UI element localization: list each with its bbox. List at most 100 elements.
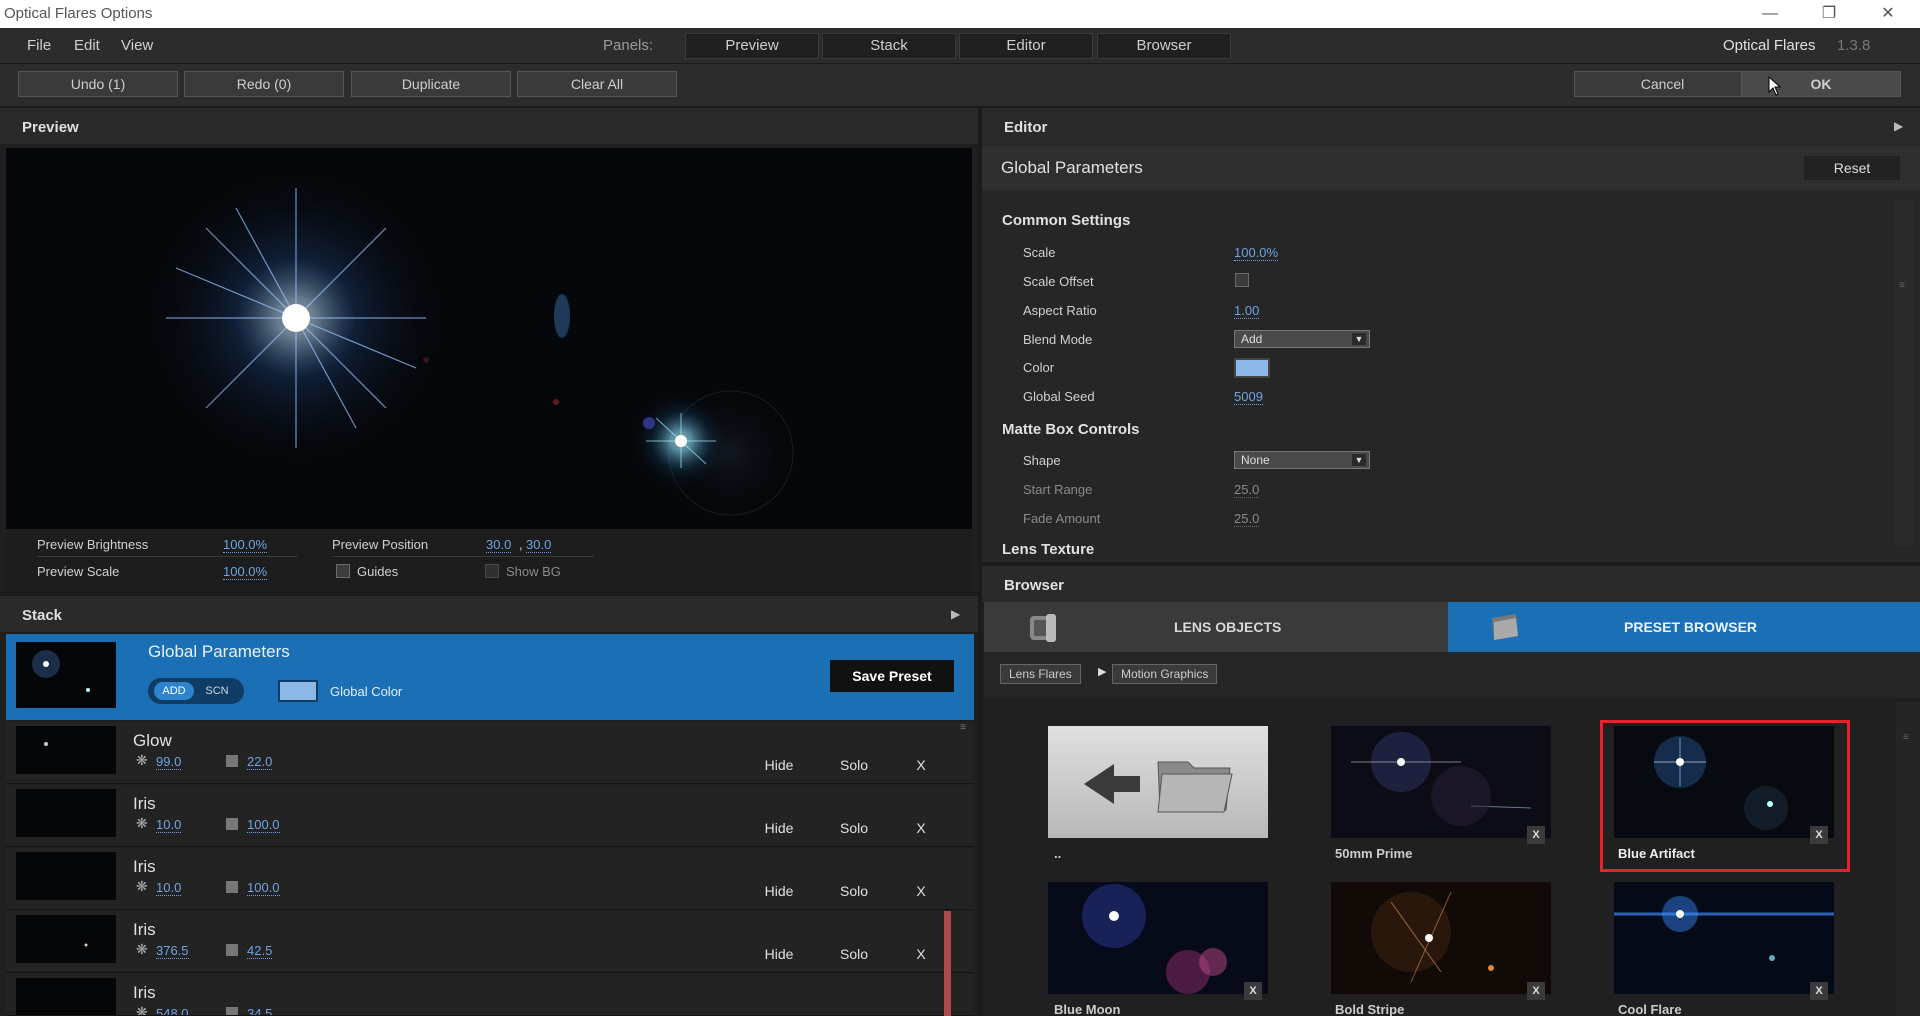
global-seed-value[interactable]: 5009	[1234, 389, 1263, 405]
solo-button[interactable]: Solo	[826, 943, 882, 965]
tab-editor[interactable]: Editor	[959, 33, 1093, 59]
preview-brightness-value[interactable]: 100.0%	[223, 537, 268, 553]
chevron-down-icon: ▼	[1352, 454, 1366, 466]
close-icon[interactable]: ✕	[1865, 2, 1911, 26]
tab-browser[interactable]: Browser	[1097, 33, 1231, 59]
editor-expand-icon[interactable]: ▶	[1894, 119, 1903, 133]
remove-preset-button[interactable]: X	[1527, 982, 1545, 1000]
duplicate-button[interactable]: Duplicate	[351, 71, 511, 97]
hide-button[interactable]: Hide	[750, 943, 808, 965]
lens-objects-label: LENS OBJECTS	[1174, 619, 1282, 635]
fade-amount-value[interactable]: 25.0	[1234, 511, 1260, 527]
menu-edit[interactable]: Edit	[74, 37, 100, 54]
toolbar: Undo (1) Redo (0) Duplicate Clear All Ca…	[0, 64, 1920, 106]
menu-file[interactable]: File	[27, 37, 51, 54]
start-range-value[interactable]: 25.0	[1234, 482, 1260, 498]
scrollbar-grip-icon: ≡	[1899, 280, 1905, 291]
preview-viewport[interactable]	[6, 148, 972, 529]
save-preset-button[interactable]: Save Preset	[830, 660, 954, 692]
browser-scrollbar[interactable]: ≡	[1896, 702, 1920, 1016]
hide-button[interactable]: Hide	[750, 754, 808, 776]
scale-value[interactable]: 100.0%	[1234, 245, 1279, 261]
stack-header: Stack	[0, 596, 978, 632]
scale-offset-checkbox[interactable]	[1235, 273, 1249, 287]
layer-brightness-value[interactable]: 99.0	[156, 754, 182, 770]
hide-button[interactable]: Hide	[750, 880, 808, 902]
remove-preset-button[interactable]: X	[1527, 826, 1545, 844]
layer-scale-value[interactable]: 22.0	[247, 754, 273, 770]
layer-scale-value[interactable]: 100.0	[247, 817, 280, 833]
aspect-ratio-value[interactable]: 1.00	[1234, 303, 1260, 319]
minimize-icon[interactable]: —	[1747, 2, 1793, 26]
preview-position-y[interactable]: 30.0	[526, 537, 552, 553]
layer-brightness-value[interactable]: 10.0	[156, 817, 182, 833]
preset-folder-icon	[1492, 614, 1518, 640]
flare-preview-image	[146, 168, 794, 516]
stack-row[interactable]: Iris ❋ 548.0 34.5	[6, 974, 974, 1016]
preview-position-x[interactable]: 30.0	[486, 537, 512, 553]
remove-preset-button[interactable]: X	[1810, 982, 1828, 1000]
restore-icon[interactable]: ❐	[1806, 2, 1852, 26]
lens-texture-heading: Lens Texture	[1002, 541, 1095, 558]
layer-name: Glow	[133, 731, 172, 750]
scale-icon	[226, 944, 238, 956]
layer-scale-value[interactable]: 42.5	[247, 943, 273, 959]
layer-scale-value[interactable]: 34.5	[247, 1006, 272, 1015]
menu-view[interactable]: View	[121, 37, 153, 54]
blend-mode-dropdown[interactable]: Add ▼	[1234, 330, 1370, 348]
common-settings-heading: Common Settings	[1002, 212, 1131, 229]
ok-button[interactable]: OK	[1741, 71, 1901, 97]
stack-row[interactable]: Glow ❋ 99.0 22.0 Hide Solo X	[6, 722, 974, 784]
tab-preview[interactable]: Preview	[685, 33, 819, 59]
reset-button[interactable]: Reset	[1804, 156, 1900, 180]
shape-dropdown[interactable]: None ▼	[1234, 451, 1370, 469]
show-bg-checkbox[interactable]	[485, 564, 499, 578]
tab-stack[interactable]: Stack	[822, 33, 956, 59]
editor-title-bar: Global Parameters Reset	[982, 146, 1920, 190]
cancel-button[interactable]: Cancel	[1574, 71, 1751, 97]
stack-row[interactable]: Iris ❋ 10.0 100.0 Hide Solo X	[6, 848, 974, 910]
layer-scale-value[interactable]: 100.0	[247, 880, 280, 896]
preview-scale-value[interactable]: 100.0%	[223, 564, 268, 580]
stack-expand-icon[interactable]: ▶	[951, 607, 960, 621]
solo-button[interactable]: Solo	[826, 754, 882, 776]
layer-brightness-value[interactable]: 376.5	[156, 943, 189, 959]
scale-icon	[226, 755, 238, 767]
stack-scrollbar-grip[interactable]: ≡	[956, 722, 970, 762]
editor-scrollbar[interactable]: ≡	[1894, 200, 1914, 546]
stack-row[interactable]: Iris ❋ 10.0 100.0 Hide Solo X	[6, 785, 974, 847]
solo-button[interactable]: Solo	[826, 880, 882, 902]
breadcrumb-lens-flares[interactable]: Lens Flares	[1000, 664, 1081, 684]
undo-button[interactable]: Undo (1)	[18, 71, 178, 97]
mode-scn-button[interactable]: SCN	[198, 682, 236, 700]
preview-position-label: Preview Position	[332, 537, 429, 552]
remove-preset-button[interactable]: X	[1244, 982, 1262, 1000]
layer-name: Iris	[133, 857, 156, 876]
scale-icon	[226, 818, 238, 830]
delete-layer-button[interactable]: X	[912, 817, 930, 839]
guides-label: Guides	[357, 564, 399, 579]
global-parameters-row[interactable]: Global Parameters ADD SCN Global Color S…	[6, 634, 974, 720]
divider	[37, 556, 297, 557]
mode-add-button[interactable]: ADD	[154, 682, 194, 700]
delete-layer-button[interactable]: X	[912, 943, 930, 965]
delete-layer-button[interactable]: X	[912, 880, 930, 902]
color-swatch[interactable]	[1234, 358, 1270, 378]
global-color-swatch[interactable]	[278, 680, 318, 702]
lens-object-icon	[1030, 614, 1056, 642]
delete-layer-button[interactable]: X	[912, 754, 930, 776]
tab-lens-objects[interactable]: LENS OBJECTS	[984, 602, 1448, 652]
breadcrumb-motion-graphics[interactable]: Motion Graphics	[1112, 664, 1218, 684]
layer-brightness-value[interactable]: 548.0	[156, 1006, 189, 1015]
matte-box-heading: Matte Box Controls	[1002, 421, 1140, 438]
stack-row[interactable]: Iris ❋ 376.5 42.5 Hide Solo X	[6, 911, 974, 973]
guides-checkbox[interactable]	[336, 564, 350, 578]
redo-button[interactable]: Redo (0)	[184, 71, 344, 97]
layer-brightness-value[interactable]: 10.0	[156, 880, 182, 896]
hide-button[interactable]: Hide	[750, 817, 808, 839]
tab-preset-browser[interactable]: PRESET BROWSER	[1448, 602, 1920, 652]
global-parameters-title: Global Parameters	[148, 642, 290, 661]
solo-button[interactable]: Solo	[826, 817, 882, 839]
clear-all-button[interactable]: Clear All	[517, 71, 677, 97]
remove-preset-button[interactable]: X	[1810, 826, 1828, 844]
